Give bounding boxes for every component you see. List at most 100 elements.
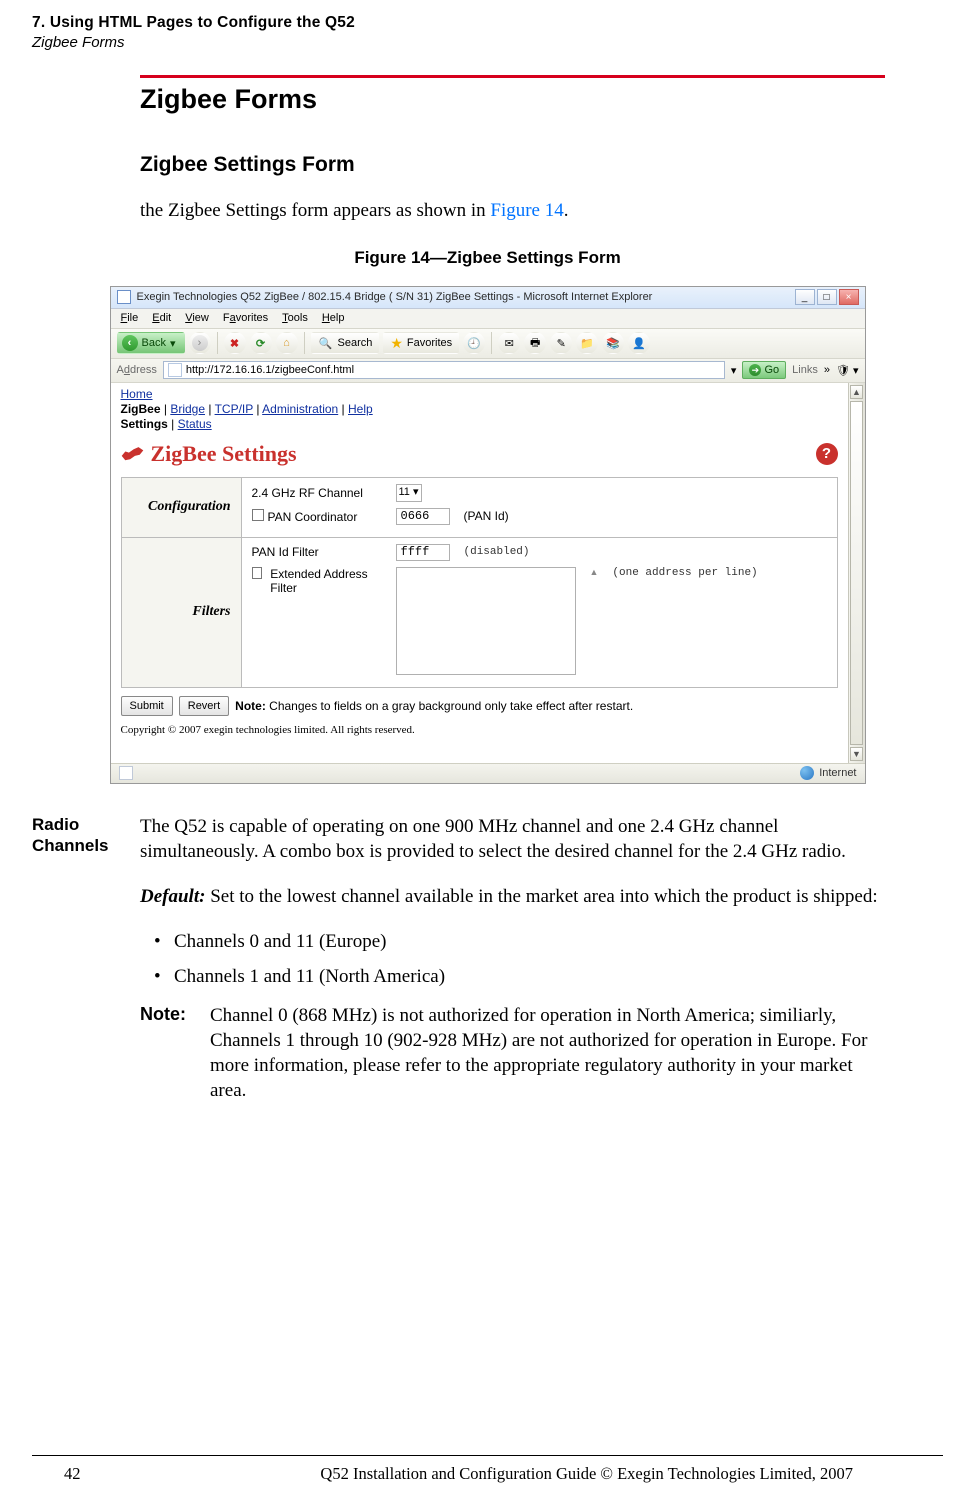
- nav-bridge[interactable]: Bridge: [170, 402, 205, 416]
- ie-app-icon: [117, 290, 131, 304]
- filters-cell: PAN Id Filter ffff (disabled) Extended A…: [241, 537, 837, 687]
- margin-heading: Radio Channels: [0, 814, 140, 1104]
- menu-edit[interactable]: Edit: [146, 310, 177, 326]
- paragraph-2: Default: Set to the lowest channel avail…: [140, 884, 885, 909]
- vertical-scrollbar[interactable]: ▲ ▼: [848, 383, 865, 763]
- page-footer: 42 Q52 Installation and Configuration Gu…: [32, 1455, 943, 1484]
- list-item: Channels 1 and 11 (North America): [140, 964, 885, 989]
- section-label-filters: Filters: [121, 537, 241, 687]
- print-button[interactable]: 🖶: [524, 332, 546, 354]
- form-note: Note: Changes to fields on a gray backgr…: [235, 699, 633, 713]
- menu-tools[interactable]: Tools: [276, 310, 314, 326]
- margin-heading-line2: Channels: [32, 835, 140, 856]
- ext-filter-textarea[interactable]: [396, 567, 576, 675]
- scroll-up-button[interactable]: ▲: [850, 385, 863, 399]
- ext-filter-checkbox[interactable]: [252, 567, 263, 579]
- close-button[interactable]: ×: [839, 289, 859, 305]
- go-label: Go: [764, 364, 779, 376]
- edit-button[interactable]: ✎: [550, 332, 572, 354]
- history-icon: 🕘: [467, 337, 481, 350]
- antivirus-icon[interactable]: 🛡 ▾: [836, 364, 859, 377]
- body-text: The Q52 is capable of operating on one 9…: [140, 814, 975, 1104]
- pan-coord-checkbox[interactable]: [252, 509, 264, 521]
- menu-favorites[interactable]: Favorites: [217, 310, 274, 326]
- paragraph-1: The Q52 is capable of operating on one 9…: [140, 814, 885, 864]
- address-input[interactable]: http://172.16.16.1/zigbeeConf.html: [163, 361, 725, 379]
- textarea-scroll-up[interactable]: ▲: [590, 567, 599, 577]
- paragraph-2-rest: Set to the lowest channel available in t…: [205, 886, 877, 907]
- pan-filter-input[interactable]: ffff: [396, 544, 450, 561]
- nav-help[interactable]: Help: [348, 402, 373, 416]
- note-label: Note:: [140, 1003, 210, 1103]
- print-icon: 🖶: [530, 334, 540, 353]
- history-button[interactable]: 🕘: [463, 332, 485, 354]
- ext-filter-label: Extended Address Filter: [252, 567, 382, 595]
- footer-text: Q52 Installation and Configuration Guide…: [320, 1464, 853, 1484]
- forward-button[interactable]: ›: [189, 332, 211, 354]
- nav-tcpip[interactable]: TCP/IP: [215, 402, 253, 416]
- help-icon[interactable]: ?: [816, 443, 838, 465]
- running-header: 7. Using HTML Pages to Configure the Q52…: [0, 0, 975, 55]
- form-note-text: Changes to fields on a gray background o…: [266, 699, 633, 713]
- submit-button[interactable]: Submit: [121, 696, 173, 716]
- refresh-button[interactable]: ⟳: [250, 332, 272, 354]
- nav-primary: ZigBee | Bridge | TCP/IP | Administratio…: [121, 402, 838, 416]
- figure-caption: Figure 14—Zigbee Settings Form: [0, 248, 975, 268]
- menu-help[interactable]: Help: [316, 310, 351, 326]
- stop-button[interactable]: ✖: [224, 332, 246, 354]
- back-button[interactable]: ‹Back ▾: [117, 332, 185, 354]
- browser-window: Exegin Technologies Q52 ZigBee / 802.15.…: [110, 286, 866, 784]
- folder-button[interactable]: 📁: [576, 332, 598, 354]
- search-button[interactable]: 🔍Search: [311, 332, 380, 354]
- pan-coord-label: PAN Coordinator: [252, 509, 382, 524]
- research-icon: 📚: [606, 337, 620, 350]
- mail-button[interactable]: ✉: [498, 332, 520, 354]
- channel-list: Channels 0 and 11 (Europe) Channels 1 an…: [140, 929, 885, 989]
- default-label: Default:: [140, 886, 205, 907]
- links-chevron[interactable]: »: [824, 364, 830, 376]
- intro-paragraph: the Zigbee Settings form appears as show…: [140, 199, 975, 224]
- scroll-down-button[interactable]: ▼: [850, 747, 863, 761]
- favorites-button[interactable]: ★Favorites: [383, 332, 459, 354]
- settings-table: Configuration 2.4 GHz RF Channel 11 ▾ PA…: [121, 477, 838, 688]
- star-icon: ★: [390, 335, 403, 352]
- nav-home-link[interactable]: Home: [121, 387, 153, 401]
- address-dropdown[interactable]: ▾: [731, 364, 737, 377]
- maximize-button[interactable]: □: [817, 289, 837, 305]
- nav-zigbee[interactable]: ZigBee: [121, 402, 161, 416]
- toolbar-sep: [304, 332, 305, 354]
- ext-filter-note: (one address per line): [612, 567, 757, 579]
- rf-channel-label: 2.4 GHz RF Channel: [252, 486, 382, 500]
- figure-crossref-link[interactable]: Figure 14: [490, 200, 563, 221]
- nav-admin[interactable]: Administration: [262, 402, 338, 416]
- pan-filter-disabled: (disabled): [464, 546, 530, 558]
- scroll-thumb[interactable]: [850, 401, 863, 745]
- nav-settings[interactable]: Settings: [121, 417, 168, 431]
- page-icon: [168, 363, 182, 377]
- search-label: Search: [338, 337, 373, 349]
- go-button[interactable]: ➔Go: [742, 361, 786, 379]
- pan-id-input[interactable]: 0666: [396, 508, 450, 525]
- minimize-button[interactable]: _: [795, 289, 815, 305]
- page-content: Home ZigBee | Bridge | TCP/IP | Administ…: [111, 383, 848, 763]
- address-bar: Address http://172.16.16.1/zigbeeConf.ht…: [111, 359, 865, 383]
- menubar: File Edit View Favorites Tools Help: [111, 309, 865, 329]
- nav-status[interactable]: Status: [178, 417, 212, 431]
- rf-channel-value: 11: [399, 486, 410, 498]
- links-label[interactable]: Links: [792, 364, 818, 376]
- revert-button[interactable]: Revert: [179, 696, 229, 716]
- home-icon: ⌂: [279, 335, 295, 351]
- research-button[interactable]: 📚: [602, 332, 624, 354]
- messenger-icon: 👤: [632, 337, 646, 350]
- toolbar-sep: [491, 332, 492, 354]
- list-item: Channels 0 and 11 (Europe): [140, 929, 885, 954]
- internet-zone-icon: [800, 766, 814, 780]
- messenger-button[interactable]: 👤: [628, 332, 650, 354]
- menu-view[interactable]: View: [179, 310, 215, 326]
- rf-channel-select[interactable]: 11 ▾: [396, 484, 422, 502]
- gecko-logo-icon: [121, 443, 145, 465]
- menu-file[interactable]: File: [115, 310, 145, 326]
- note-block: Note: Channel 0 (868 MHz) is not authori…: [140, 1003, 885, 1103]
- home-button[interactable]: ⌂: [276, 332, 298, 354]
- page-copyright: Copyright © 2007 exegin technologies lim…: [121, 724, 838, 736]
